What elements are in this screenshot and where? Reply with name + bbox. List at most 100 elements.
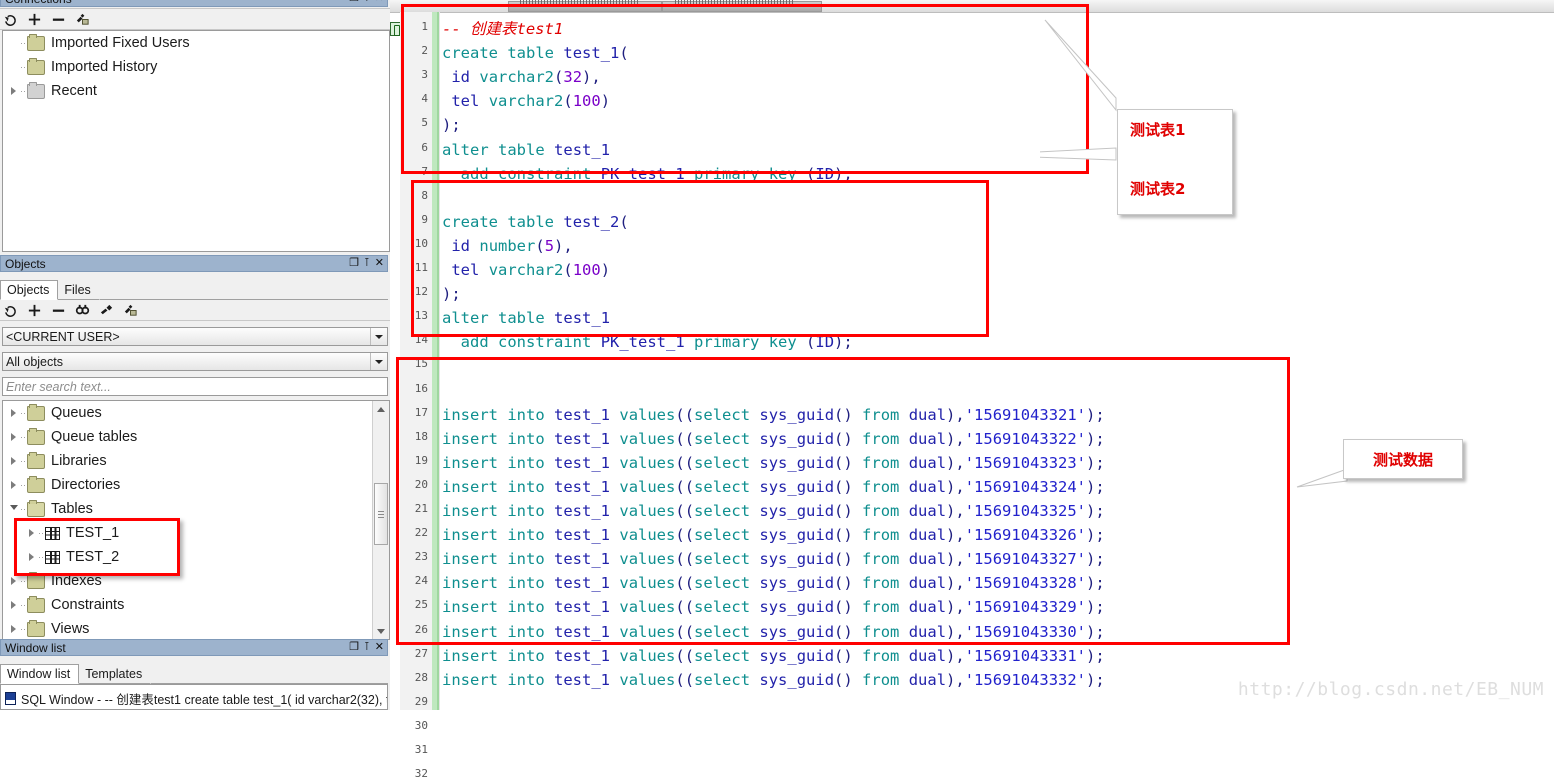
code-text[interactable]: -- 创建表test1 create table test_1( id varch… — [440, 12, 1554, 710]
tab-files[interactable]: Files — [57, 280, 100, 300]
window-list-items[interactable]: SQL Window - -- 创建表test1 create table te… — [0, 684, 388, 710]
object-filter-value: All objects — [6, 354, 63, 369]
toolbar-grip-2[interactable] — [675, 0, 795, 4]
toolbar-grip-1[interactable] — [520, 0, 640, 4]
code-token: 5 — [544, 236, 555, 255]
scroll-down-button[interactable] — [373, 623, 389, 639]
code-line[interactable]: ); — [442, 282, 461, 306]
tree-item-test-2[interactable]: ⋯ TEST_2 — [3, 545, 389, 569]
refresh-icon[interactable] — [3, 12, 18, 27]
tree-item-constraints[interactable]: ⋯ Constraints — [3, 593, 389, 617]
scroll-up-button[interactable] — [373, 401, 389, 417]
code-line[interactable]: id number(5), — [442, 234, 572, 258]
object-search-input[interactable]: Enter search text... — [2, 377, 388, 396]
restore-icon[interactable]: ❐ — [349, 258, 359, 269]
code-line[interactable]: insert into test_1 values((select sys_gu… — [442, 571, 1105, 595]
code-line[interactable]: create table test_2( — [442, 210, 629, 234]
code-line[interactable]: insert into test_1 values((select sys_gu… — [442, 523, 1105, 547]
pin-icon[interactable]: ⊺ — [364, 0, 370, 4]
tab-objects[interactable]: Objects — [0, 280, 59, 300]
code-token: into — [507, 598, 545, 617]
find-icon[interactable] — [75, 303, 90, 318]
code-line[interactable]: add constraint PK_test_1 primary key (ID… — [442, 162, 853, 186]
add-icon[interactable] — [27, 303, 42, 318]
tree-item-queues[interactable]: ⋯ Queues — [3, 401, 389, 425]
pin-icon[interactable]: ⊺ — [364, 642, 370, 653]
chevron-down-icon[interactable] — [370, 353, 387, 370]
close-icon[interactable]: ✕ — [375, 0, 384, 4]
chevron-right-icon[interactable] — [7, 601, 20, 609]
remove-icon[interactable] — [51, 12, 66, 27]
objects-tree[interactable]: ⋯ Queues ⋯ Queue tables ⋯ Libraries ⋯ Di… — [2, 400, 390, 640]
code-line[interactable]: insert into test_1 values((select sys_gu… — [442, 451, 1105, 475]
scrollbar-thumb[interactable] — [374, 483, 388, 545]
code-token: constraint — [498, 333, 592, 352]
code-line[interactable]: insert into test_1 values((select sys_gu… — [442, 644, 1105, 668]
code-line[interactable]: add constraint PK_test_1 primary key (ID… — [442, 330, 853, 354]
chevron-right-icon[interactable] — [7, 577, 20, 585]
chevron-down-icon[interactable] — [370, 328, 387, 345]
tree-item-queue-tables[interactable]: ⋯ Queue tables — [3, 425, 389, 449]
chevron-right-icon[interactable] — [25, 553, 38, 561]
code-line[interactable]: ); — [442, 113, 461, 137]
pin-icon[interactable]: ⊺ — [364, 258, 370, 269]
browse-icon[interactable] — [123, 303, 138, 318]
close-icon[interactable]: ✕ — [375, 642, 384, 653]
filter-icon[interactable] — [99, 303, 114, 318]
chevron-right-icon[interactable] — [7, 457, 20, 465]
list-item[interactable]: SQL Window - -- 创建表test1 create table te… — [1, 688, 387, 708]
code-token: table — [498, 140, 545, 159]
code-line[interactable]: alter table test_1 — [442, 138, 610, 162]
chevron-right-icon[interactable] — [7, 433, 20, 441]
close-icon[interactable]: ✕ — [375, 258, 384, 269]
tree-item-imported-history[interactable]: ⋯ Imported History — [3, 55, 389, 79]
tree-item-indexes[interactable]: ⋯ Indexes — [3, 569, 389, 593]
code-line[interactable]: insert into test_1 values((select sys_gu… — [442, 475, 1105, 499]
refresh-icon[interactable] — [3, 303, 18, 318]
objects-tree-scrollbar[interactable] — [372, 401, 389, 639]
code-line[interactable]: alter table test_1 — [442, 306, 610, 330]
tree-item-directories[interactable]: ⋯ Directories — [3, 473, 389, 497]
code-line[interactable]: insert into test_1 values((select sys_gu… — [442, 499, 1105, 523]
tree-item-tables[interactable]: ⋯ Tables — [3, 497, 389, 521]
tree-item-label: Views — [51, 621, 90, 637]
code-line[interactable]: tel varchar2(100) — [442, 89, 610, 113]
chevron-right-icon[interactable] — [25, 529, 38, 537]
tree-item-recent[interactable]: ⋯ Recent — [3, 79, 389, 103]
restore-icon[interactable]: ❐ — [349, 0, 359, 4]
remove-icon[interactable] — [51, 303, 66, 318]
object-filter-select[interactable]: All objects — [2, 352, 388, 371]
chevron-right-icon[interactable] — [7, 625, 20, 633]
code-line[interactable]: -- 创建表test1 — [442, 17, 563, 41]
code-line[interactable]: insert into test_1 values((select sys_gu… — [442, 547, 1105, 571]
code-line[interactable]: insert into test_1 values((select sys_gu… — [442, 403, 1105, 427]
code-line[interactable]: tel varchar2(100) — [442, 258, 610, 282]
tree-item-imported-fixed-users[interactable]: ⋯ Imported Fixed Users — [3, 31, 389, 55]
chevron-right-icon[interactable] — [7, 87, 20, 95]
chevron-right-icon[interactable] — [7, 481, 20, 489]
edit-connection-icon[interactable] — [75, 12, 90, 27]
code-line[interactable]: insert into test_1 values((select sys_gu… — [442, 668, 1105, 692]
tree-item-libraries[interactable]: ⋯ Libraries — [3, 449, 389, 473]
code-line[interactable]: insert into test_1 values((select sys_gu… — [442, 595, 1105, 619]
tab-templates[interactable]: Templates — [78, 664, 152, 684]
restore-icon[interactable]: ❐ — [349, 642, 359, 653]
code-line[interactable]: id varchar2(32), — [442, 65, 600, 89]
chevron-right-icon[interactable] — [7, 409, 20, 417]
window-list-titlebar: Window list ❐ ⊺ ✕ — [0, 639, 388, 656]
add-icon[interactable] — [27, 12, 42, 27]
tab-window-list[interactable]: Window list — [0, 664, 80, 684]
code-line[interactable]: insert into test_1 values((select sys_gu… — [442, 427, 1105, 451]
code-token: test_1 — [554, 140, 611, 159]
tree-item-views[interactable]: ⋯ Views — [3, 617, 389, 639]
code-line[interactable]: create table test_1( — [442, 41, 629, 65]
code-line[interactable]: insert into test_1 values((select sys_gu… — [442, 620, 1105, 644]
chevron-down-icon[interactable] — [7, 504, 20, 514]
connections-tree[interactable]: ⋯ Imported Fixed Users ⋯ Imported Histor… — [2, 30, 390, 252]
current-user-select[interactable]: <CURRENT USER> — [2, 327, 388, 346]
tree-item-test-1[interactable]: ⋯ TEST_1 — [3, 521, 389, 545]
code-token: () — [834, 502, 863, 520]
